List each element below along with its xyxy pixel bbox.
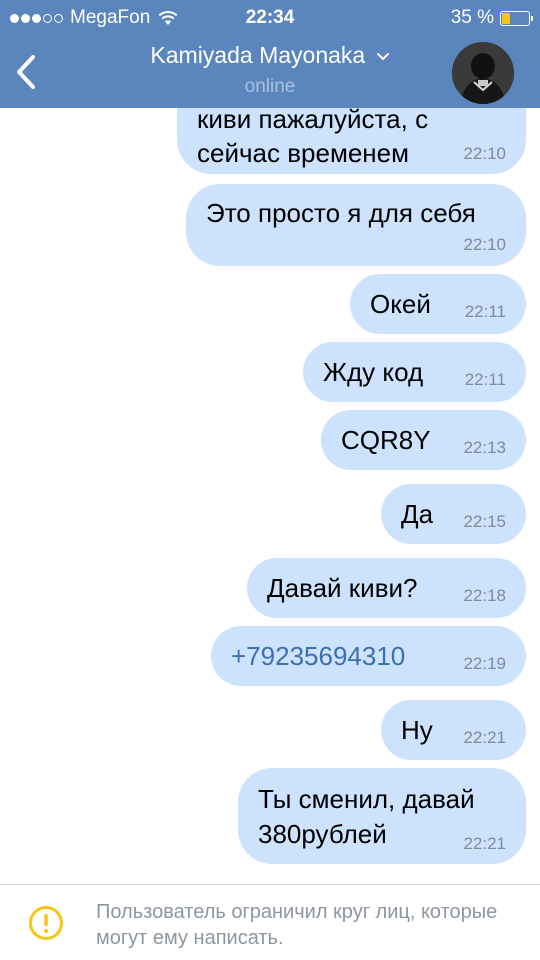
message-time: 22:11 bbox=[464, 302, 506, 321]
message-text: Ты сменил, давай bbox=[258, 784, 475, 814]
message-text: Да bbox=[401, 499, 434, 529]
message-text: Это просто я для себя bbox=[206, 198, 476, 228]
message-time: 22:10 bbox=[463, 144, 506, 163]
restriction-notice: Пользователь ограничил круг лиц, которые… bbox=[96, 901, 498, 949]
battery-icon bbox=[500, 10, 533, 26]
message-bubble[interactable]: Да 22:15 bbox=[381, 484, 526, 544]
message-text: CQR8Y bbox=[341, 425, 431, 455]
message-time: 22:11 bbox=[464, 370, 506, 389]
contact-name: Kamiyada Mayonaka bbox=[150, 42, 366, 68]
phone-number-link[interactable]: +79235694310 bbox=[231, 639, 405, 673]
message-time: 22:13 bbox=[463, 438, 506, 457]
message-text: киви пажалуйста, с bbox=[197, 108, 429, 134]
message-bubble[interactable]: Это просто я для себя 22:10 bbox=[186, 184, 526, 266]
message-bubble[interactable]: Давай киви? 22:18 bbox=[247, 558, 526, 618]
message-time: 22:15 bbox=[463, 512, 506, 531]
message-bubble[interactable]: +79235694310 22:19 bbox=[211, 626, 526, 686]
battery-percent: 35 % bbox=[450, 7, 494, 28]
message-bubble[interactable]: киви пажалуйста, с сейчас временем 22:10 bbox=[177, 108, 526, 174]
chevron-down-icon bbox=[376, 52, 389, 61]
avatar-image bbox=[452, 42, 514, 104]
message-time: 22:19 bbox=[463, 654, 506, 673]
message-text: 380рублей bbox=[258, 819, 387, 849]
message-time: 22:21 bbox=[463, 834, 506, 853]
message-bubble[interactable]: Жду код 22:11 bbox=[303, 342, 526, 402]
message-time: 22:18 bbox=[463, 586, 506, 605]
battery-fill bbox=[502, 12, 510, 24]
message-bubble[interactable]: CQR8Y 22:13 bbox=[321, 410, 526, 470]
chat-header: MegaFon 22:34 35 % Kamiyada Mayonaka onl… bbox=[0, 0, 540, 108]
message-time: 22:21 bbox=[463, 728, 506, 747]
message-text: сейчас временем bbox=[197, 138, 409, 168]
message-text: Ну bbox=[401, 715, 433, 745]
message-text: Жду код bbox=[323, 357, 424, 387]
message-bubble[interactable]: Ну 22:21 bbox=[381, 700, 526, 760]
message-text: Давай киви? bbox=[267, 573, 418, 603]
avatar[interactable] bbox=[452, 42, 514, 104]
message-list[interactable]: киви пажалуйста, с сейчас временем 22:10… bbox=[0, 108, 540, 884]
message-time: 22:10 bbox=[463, 235, 506, 254]
message-text: Окей bbox=[370, 289, 431, 319]
restriction-footer: Пользователь ограничил круг лиц, которые… bbox=[0, 884, 540, 960]
message-bubble[interactable]: Ты сменил, давай 380рублей 22:21 bbox=[238, 768, 526, 864]
message-bubble[interactable]: Окей 22:11 bbox=[350, 274, 526, 334]
status-right: 35 % bbox=[450, 6, 533, 30]
warning-icon bbox=[29, 906, 63, 940]
